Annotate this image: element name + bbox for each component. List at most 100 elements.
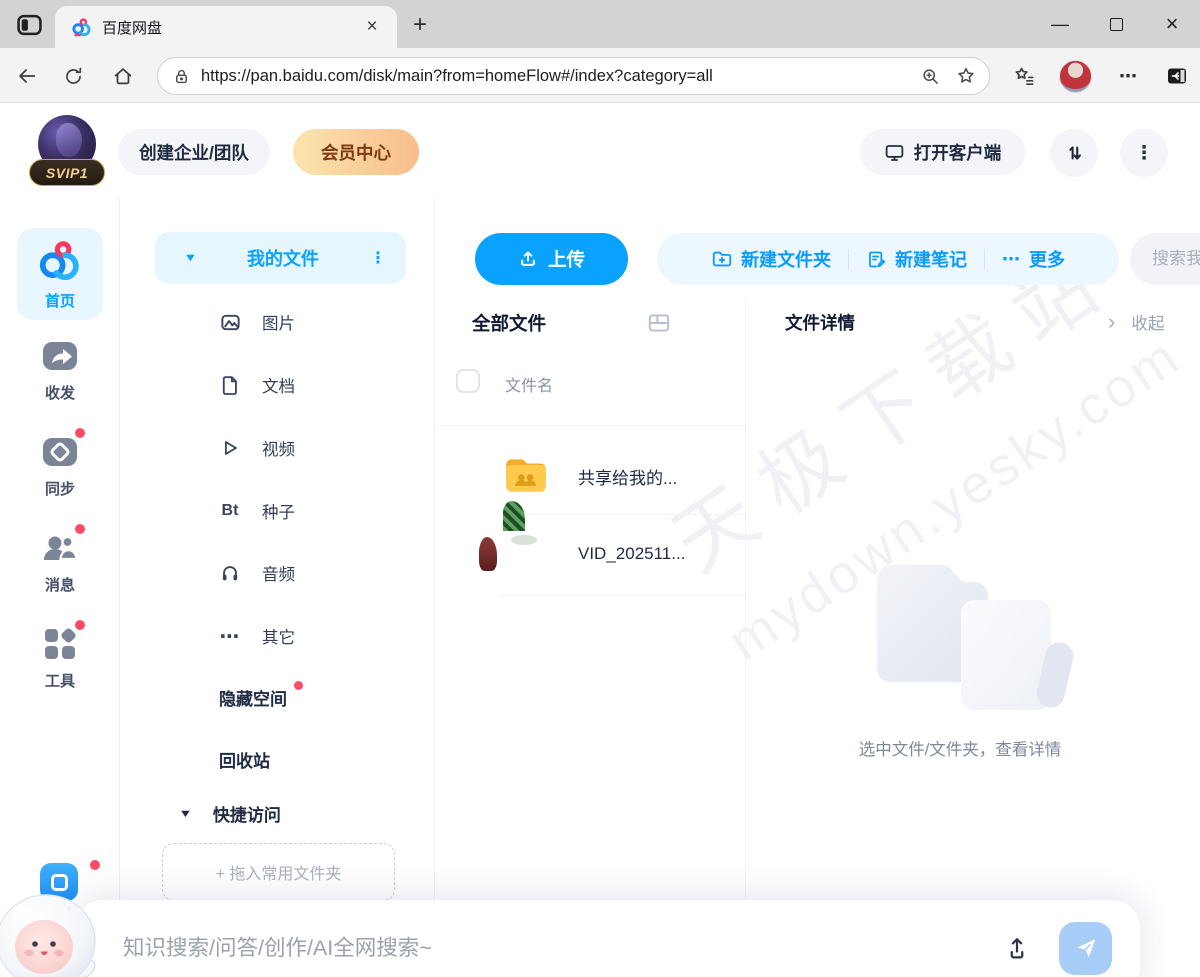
browser-tab[interactable]: 百度网盘 × [55, 6, 397, 48]
new-folder-label: 新建文件夹 [741, 246, 831, 272]
create-team-label: 创建企业/团队 [139, 140, 249, 165]
file-name: 共享给我的... [578, 464, 677, 489]
svip-badge[interactable]: SVIP1 [29, 159, 105, 186]
new-note-icon [866, 249, 887, 270]
caret-down-icon[interactable]: ▼ [178, 808, 192, 820]
view-toggle-button[interactable] [646, 310, 672, 341]
new-note-button[interactable]: 新建笔记 [866, 246, 967, 272]
baidu-pan-logo-icon [37, 238, 83, 284]
upload-button[interactable]: 上传 [475, 233, 628, 285]
tree-videos-label: 视频 [262, 436, 295, 460]
collapse-panel-button[interactable]: › 收起 [1108, 310, 1164, 334]
file-search-box[interactable] [1130, 233, 1200, 285]
ai-search-input[interactable] [123, 936, 1003, 961]
zoom-icon[interactable] [920, 66, 941, 87]
member-center-button[interactable]: 会员中心 [293, 129, 419, 175]
open-client-button[interactable]: 打开客户端 [860, 129, 1025, 175]
rail-item-tools[interactable]: 工具 [0, 624, 120, 691]
my-files-label: 我的文件 [196, 245, 370, 271]
tree-item-bt-seeds[interactable]: Bt 种子 [120, 496, 435, 526]
tree-item-documents[interactable]: 文档 [120, 370, 435, 400]
new-folder-icon [711, 248, 733, 270]
file-row-video[interactable]: VID_202511... [435, 520, 745, 592]
reload-button[interactable] [54, 57, 92, 95]
close-window-button[interactable]: × [1144, 0, 1200, 48]
back-button[interactable] [8, 57, 46, 95]
frequent-folder-drop-zone[interactable]: + 拖入常用文件夹 [162, 843, 395, 901]
tree-item-recycle-bin[interactable]: 回收站 [219, 747, 270, 772]
header-menu-button[interactable]: ⋮ [1120, 129, 1168, 177]
file-row-shared-folder[interactable]: 共享给我的... [435, 440, 745, 512]
tree-item-videos[interactable]: 视频 [120, 433, 435, 463]
send-receive-icon [40, 336, 80, 376]
profile-avatar [1059, 60, 1092, 93]
rail-item-send-receive[interactable]: 收发 [0, 336, 120, 403]
home-button[interactable] [104, 57, 142, 95]
rail-sync-label: 同步 [45, 478, 75, 499]
tree-images-label: 图片 [262, 310, 295, 334]
my-files-header[interactable]: ▼ 我的文件 ⋮ [155, 232, 406, 284]
empty-state-graphic [865, 550, 1095, 710]
new-tab-button[interactable]: + [405, 10, 435, 40]
quick-access-label: 快捷访问 [213, 801, 281, 826]
member-center-label: 会员中心 [321, 140, 391, 165]
ai-search-bar[interactable] [75, 900, 1140, 977]
profile-button[interactable] [1056, 57, 1094, 95]
rail-home-label: 首页 [45, 290, 75, 311]
bookmarks-menu-button[interactable] [1005, 57, 1043, 95]
tree-seeds-label: 种子 [262, 499, 295, 523]
bt-icon: Bt [222, 502, 239, 520]
url-input[interactable] [201, 67, 920, 86]
rail-send-receive-label: 收发 [45, 382, 75, 403]
tree-item-images[interactable]: 图片 [120, 307, 435, 337]
window-controls: — × [1032, 0, 1200, 48]
separator [848, 249, 849, 269]
headphones-icon [219, 562, 241, 584]
divider [501, 595, 745, 596]
app-header: SVIP1 创建企业/团队 会员中心 打开客户端 ⋮ [0, 103, 1200, 198]
my-files-menu-icon[interactable]: ⋮ [370, 248, 386, 268]
transfer-list-button[interactable] [1050, 129, 1098, 177]
minimize-button[interactable]: — [1032, 0, 1088, 48]
lock-icon[interactable] [172, 67, 191, 86]
maximize-icon [1110, 18, 1123, 31]
baidu-pan-favicon-icon [71, 17, 92, 38]
toolbar-group: 新建文件夹 新建笔记 ⋯ 更多 [657, 233, 1119, 285]
more-button[interactable]: ⋯ 更多 [1002, 246, 1065, 272]
video-play-icon [219, 437, 241, 459]
upload-icon [518, 249, 538, 269]
messages-icon [40, 528, 80, 568]
open-client-label: 打开客户端 [914, 140, 1002, 165]
bookmark-star-icon[interactable] [955, 65, 977, 87]
empty-state-hint: 选中文件/文件夹，查看详情 [750, 736, 1170, 760]
close-tab-icon[interactable]: × [359, 14, 385, 40]
tree-item-quick-access[interactable]: ▼ 快捷访问 [180, 801, 281, 826]
rail-item-messages[interactable]: 消息 [0, 528, 120, 595]
monitor-icon [884, 142, 905, 163]
tree-item-other[interactable]: ⋯ 其它 [120, 621, 435, 651]
browser-window: 百度网盘 × + — × [0, 0, 1200, 977]
maximize-button[interactable] [1088, 0, 1144, 48]
notification-dot [90, 860, 100, 870]
tree-other-label: 其它 [262, 624, 295, 648]
file-name: VID_202511... [578, 544, 685, 564]
sidebar-panel-button[interactable] [1158, 57, 1196, 95]
ai-assistant-mascot[interactable] [0, 891, 110, 977]
rail-item-sync[interactable]: 同步 [0, 432, 120, 499]
tree-item-hidden-space[interactable]: 隐藏空间 [219, 685, 287, 710]
tree-item-audio[interactable]: 音频 [120, 558, 435, 588]
share-upload-icon[interactable] [1003, 934, 1031, 962]
ellipsis-icon: ⋯ [1002, 249, 1021, 270]
file-search-input[interactable] [1152, 249, 1200, 269]
divider [501, 514, 745, 515]
address-bar[interactable] [157, 57, 990, 95]
collapse-label: 收起 [1131, 310, 1164, 334]
create-team-button[interactable]: 创建企业/团队 [118, 129, 270, 175]
select-all-checkbox[interactable] [456, 369, 480, 393]
tab-overview-button[interactable] [10, 8, 48, 41]
send-button[interactable] [1059, 922, 1112, 975]
new-folder-button[interactable]: 新建文件夹 [711, 246, 831, 272]
caret-down-icon[interactable]: ▼ [183, 252, 197, 264]
browser-menu-button[interactable]: ⋯ [1110, 57, 1148, 95]
rail-item-home[interactable]: 首页 [17, 228, 103, 320]
